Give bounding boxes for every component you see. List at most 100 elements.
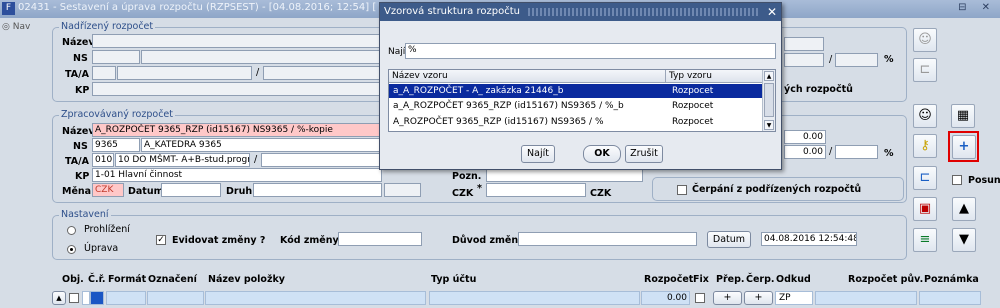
duvod-zmeny-label: Důvod změny [452, 235, 525, 246]
duvod-zmeny-field[interactable] [518, 232, 697, 246]
dialog-row-typ: Rozpocet [672, 117, 714, 127]
dialog-col-nazev[interactable]: Název vzoru [389, 70, 666, 83]
dialog-list-row[interactable]: a_A_ROZPOČET - A_ zakázka 21446_b Rozpoc… [389, 84, 763, 98]
druh-field[interactable] [253, 183, 382, 197]
row-oznaceni-cell[interactable] [147, 291, 204, 305]
datum-value-field[interactable]: 04.08.2016 12:54:48 [761, 232, 857, 246]
nadrizeny-kp-label: KP [75, 85, 90, 96]
col-oznaceni: Označení [148, 274, 197, 285]
row-odkud-cell[interactable]: ZP [775, 291, 813, 305]
zpracovavany-taa-extra[interactable] [261, 153, 382, 167]
cerpani-label: Čerpání z podřízených rozpočtů [692, 184, 862, 195]
row-format-cell[interactable] [106, 291, 146, 305]
mena-field[interactable]: CZK [92, 183, 124, 197]
zpracovavany-nazev-field[interactable]: A_ROZPOČET 9365_RZP (id15167) NS9365 / %… [92, 123, 382, 137]
nadrizeny-kp-field [92, 82, 382, 96]
czk-field[interactable] [486, 183, 586, 197]
dialog-close-icon[interactable]: ✕ [767, 4, 777, 21]
datum-button[interactable]: Datum [707, 231, 751, 248]
dialog-row-typ: Rozpocet [672, 86, 714, 96]
window-controls[interactable]: ⊟ ✕ [958, 2, 996, 13]
dialog-list-row[interactable]: a_A_ROZPOČET 9365_RZP (id15167) NS9365 /… [389, 99, 763, 113]
col-cerp: Čerp. [746, 274, 775, 285]
dialog-list-scrollbar[interactable]: ▲ ▼ [762, 70, 775, 131]
nastaveni-title: Nastavení [59, 209, 111, 220]
add-structure-icon[interactable]: + [952, 135, 976, 159]
uprava-radio[interactable] [67, 245, 76, 254]
evidovat-checkbox[interactable]: ✓ [156, 235, 166, 245]
col-format: Formát [108, 274, 147, 285]
arrow-down-button[interactable]: ▼ [952, 228, 976, 252]
datum-label: Datum [128, 186, 164, 197]
row-typ-uctu-cell[interactable] [429, 291, 640, 305]
arrow-up-button[interactable]: ▲ [952, 197, 976, 221]
col-cr: Č.ř. [88, 274, 106, 285]
row-obj-checkbox[interactable] [69, 293, 79, 303]
czk-label-2: CZK [590, 188, 612, 199]
app-icon: F [2, 2, 15, 15]
zpracovavany-title: Zpracovávaný rozpočet [59, 109, 175, 120]
user-icon[interactable]: ☺ [913, 28, 937, 52]
required-star: * [477, 183, 482, 194]
tree-icon[interactable]: ⊏ [913, 58, 937, 82]
row-poznamka-cell[interactable] [919, 291, 981, 305]
row-nazev-cell[interactable] [205, 291, 426, 305]
dialog-ok-button[interactable]: OK [583, 145, 621, 163]
druh-extra [384, 183, 421, 197]
posun-label: Posun [968, 175, 1000, 186]
dialog-titlebar: Vzorová struktura rozpočtu ✕ [380, 3, 781, 21]
prohlizeni-radio[interactable] [67, 226, 76, 235]
dialog-row-nazev: A_ROZPOČET 9365_RZP (id15167) NS9365 / % [393, 117, 604, 127]
calculator-icon[interactable]: ▦ [951, 104, 975, 128]
row-rozpocet-puv-cell[interactable] [815, 291, 917, 305]
kod-zmeny-field[interactable] [338, 232, 422, 246]
zpracovavany-slash: / [254, 154, 258, 165]
row-cerp-button[interactable]: + [744, 291, 773, 305]
dialog-col-typ[interactable]: Typ vzoru [666, 70, 763, 83]
col-fix: Fix [693, 274, 709, 285]
row-scroll-up[interactable]: ▲ [52, 291, 66, 305]
row-fix-checkbox[interactable] [695, 293, 705, 303]
nadrizeny-right-field3 [835, 53, 878, 67]
zpracovavany-ns-name[interactable]: A_KATEDRA 9365 [141, 138, 382, 152]
zpracovavany-taa-code[interactable]: 010 [92, 153, 114, 167]
hierarchy-icon[interactable]: ⊏ [913, 166, 937, 190]
row-prep-button[interactable]: + [713, 291, 742, 305]
key-icon[interactable]: ⚷ [913, 134, 937, 158]
amount-field-2[interactable]: 0.00 [784, 145, 826, 159]
nav-tab[interactable]: ◎ Nav [2, 22, 34, 38]
pozn-field[interactable] [486, 168, 643, 182]
dialog-title-stripes [528, 8, 758, 16]
dialog-row-typ: Rozpocet [672, 101, 714, 111]
dialog-list[interactable]: Název vzoru Typ vzoru a_A_ROZPOČET - A_ … [388, 69, 776, 132]
cerpani-checkbox[interactable] [677, 185, 687, 195]
scroll-up-icon[interactable]: ▲ [764, 71, 774, 81]
calendar-icon[interactable]: ▣ [913, 197, 937, 221]
nadrizeny-pct: % [884, 54, 894, 65]
row-cr-prefix[interactable] [82, 291, 90, 305]
nadrizeny-ns-name [141, 50, 382, 64]
datum-field[interactable] [161, 183, 221, 197]
person-icon[interactable]: ☺ [913, 104, 937, 128]
amount-field-3[interactable] [835, 145, 878, 159]
row-rozpocet-cell[interactable]: 0.00 [641, 291, 690, 305]
nadrizeny-nazev-field [92, 34, 382, 48]
zpracovavany-ns-code[interactable]: 9365 [92, 138, 140, 152]
scroll-down-icon[interactable]: ▼ [764, 120, 774, 130]
zpracovavany-kp-field[interactable]: 1-01 Hlavní činnost [92, 168, 382, 182]
col-typ-uctu: Typ účtu [431, 274, 477, 285]
dialog-zrusit-button[interactable]: Zrušit [625, 145, 663, 163]
zpracovavany-taa-name[interactable]: 10 DO MŠMT- A+B-stud.progr. [115, 153, 250, 167]
edit-list-icon[interactable]: ≡ [913, 228, 937, 252]
nadrizeny-ns-label: NS [73, 53, 88, 64]
dialog-row-nazev: a_A_ROZPOČET - A_ zakázka 21446_b [393, 86, 564, 96]
nadrizeny-right-field1 [784, 37, 824, 51]
amount-field-1[interactable]: 0.00 [784, 130, 826, 144]
nadrizeny-taa-code [92, 66, 116, 80]
dialog-najit-button[interactable]: Najít [521, 145, 555, 163]
dialog-najit-input[interactable]: % [405, 43, 776, 59]
row-cr-cell[interactable] [90, 291, 104, 305]
scroll-thumb[interactable] [764, 83, 774, 117]
dialog-list-row[interactable]: A_ROZPOČET 9365_RZP (id15167) NS9365 / %… [389, 115, 763, 129]
posun-checkbox[interactable] [952, 175, 962, 185]
